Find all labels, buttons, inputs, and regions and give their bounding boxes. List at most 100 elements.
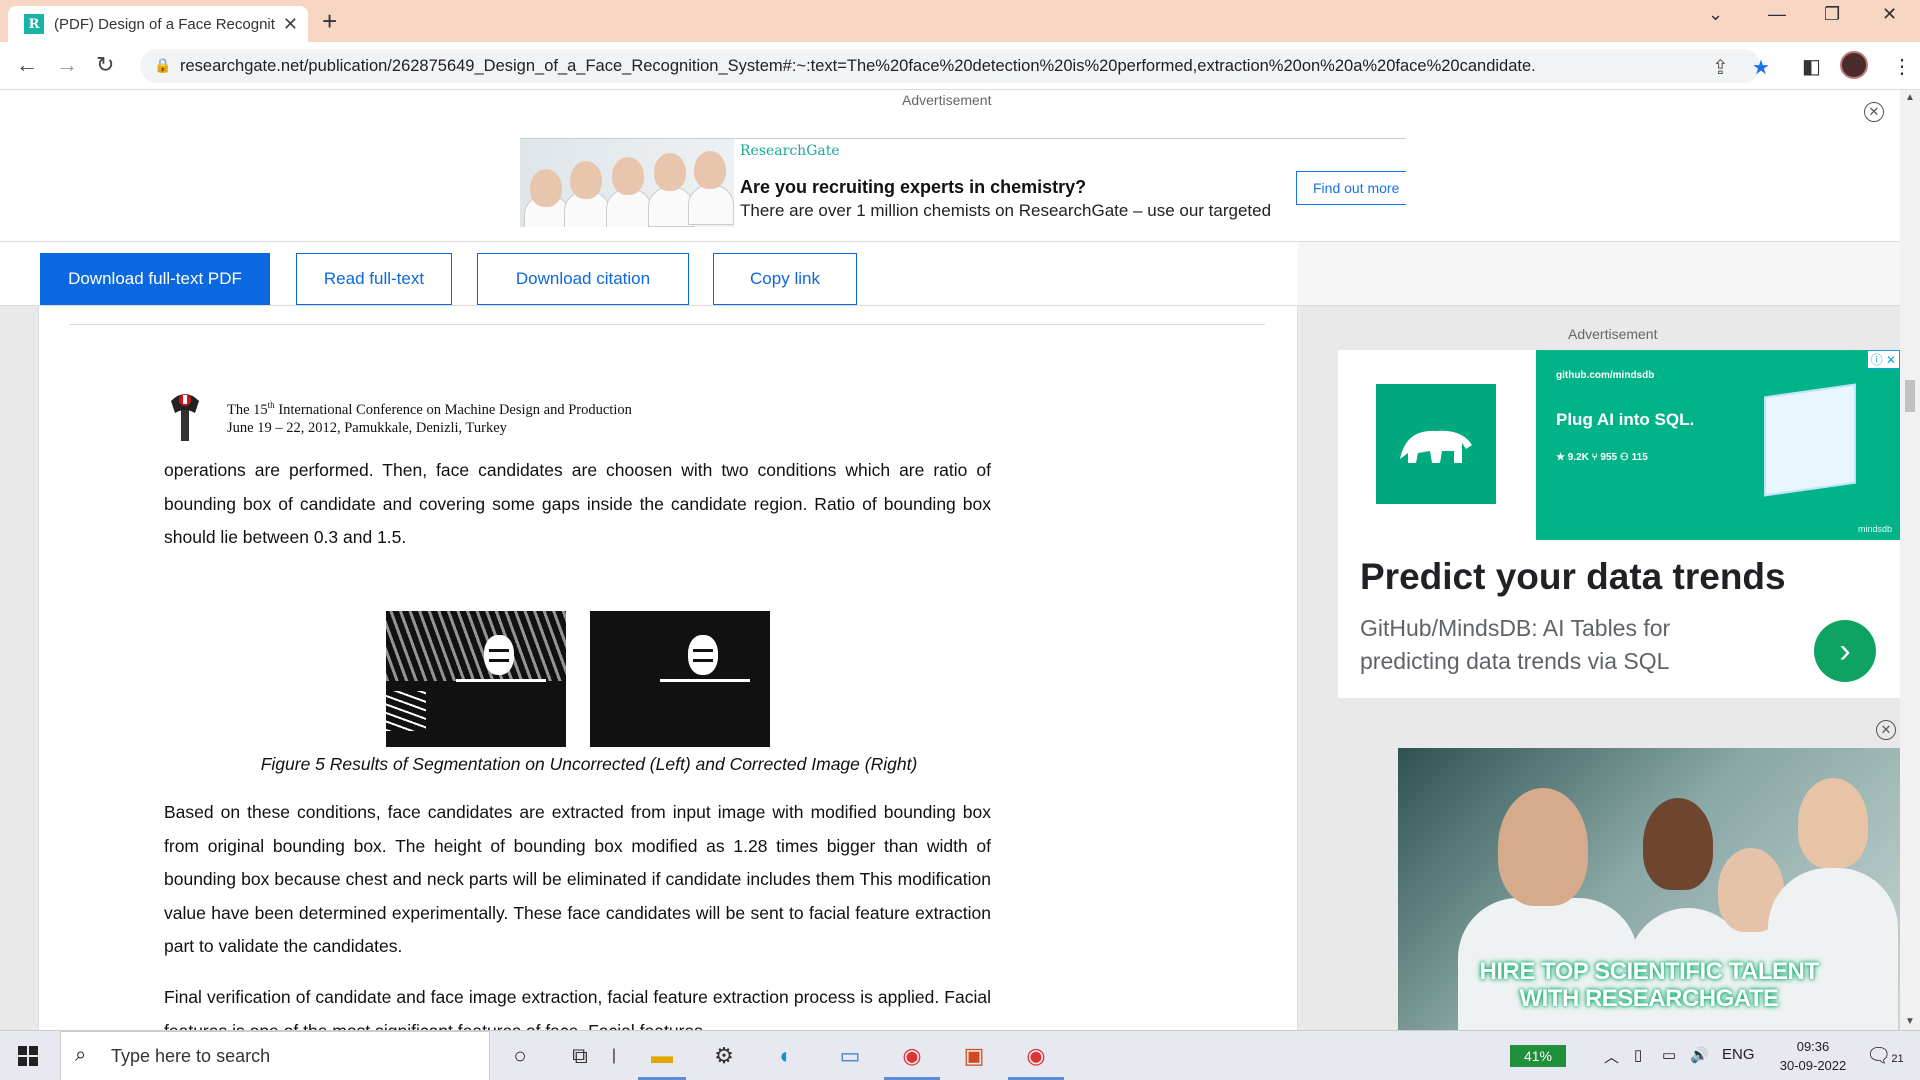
mindsdb-footer-logo: mindsdb xyxy=(1857,524,1892,534)
language-indicator[interactable]: ENG xyxy=(1722,1046,1755,1063)
restore-icon[interactable]: ❐ xyxy=(1824,4,1840,25)
video-ad-close-icon[interactable]: ✕ xyxy=(1876,720,1896,740)
scroll-up-icon[interactable]: ▲ xyxy=(1905,92,1915,103)
menu-kebab-icon[interactable]: ⋮ xyxy=(1892,54,1912,79)
task-view-icon[interactable]: ⧉ xyxy=(562,1041,598,1071)
office-app-icon[interactable]: ▣ xyxy=(956,1041,992,1071)
taskbar-search-box[interactable]: ⌕ Type here to search xyxy=(60,1031,490,1080)
action-bar-filler xyxy=(1298,242,1900,306)
network-icon[interactable]: ▯ xyxy=(1634,1046,1642,1064)
copy-link-button[interactable]: Copy link xyxy=(713,253,857,305)
download-pdf-button[interactable]: Download full-text PDF xyxy=(40,253,270,305)
scroll-down-icon[interactable]: ▼ xyxy=(1905,1016,1915,1027)
clock-time: 09:36 xyxy=(1796,1039,1830,1054)
chevron-right-icon[interactable]: › xyxy=(1814,620,1876,682)
browser-toolbar: ← → ↻ 🔒 researchgate.net/publication/262… xyxy=(0,42,1920,90)
share-icon[interactable]: ⇪ xyxy=(1712,55,1729,80)
notification-count: 21 xyxy=(1891,1053,1904,1065)
tab-close-icon[interactable]: ✕ xyxy=(283,14,298,35)
taskbar-separator: | xyxy=(611,1047,617,1064)
profile-avatar[interactable] xyxy=(1840,51,1868,79)
pdf-page: The 15th International Conference on Mac… xyxy=(38,306,1298,1030)
tab-strip: R (PDF) Design of a Face Recognitic ✕ + … xyxy=(0,0,1920,42)
bookmark-star-icon[interactable]: ★ xyxy=(1752,55,1770,80)
promo-headline: Plug AI into SQL. xyxy=(1556,410,1695,429)
ad-description: GitHub/MindsDB: AI Tables for predicting… xyxy=(1360,615,1671,674)
figure-uncorrected-image xyxy=(386,611,566,747)
tab-title: (PDF) Design of a Face Recognitic xyxy=(54,15,275,33)
edge-browser-icon[interactable]: ◐ xyxy=(768,1041,804,1071)
settings-gear-icon[interactable]: ⚙ xyxy=(706,1041,742,1071)
battery-indicator[interactable]: 41% xyxy=(1510,1045,1566,1067)
database-cube-icon xyxy=(1764,383,1856,497)
search-placeholder: Type here to search xyxy=(111,1045,271,1066)
read-full-text-button[interactable]: Read full-text xyxy=(296,253,452,305)
video-advertisement[interactable]: HIRE TOP SCIENTIFIC TALENT WITH RESEARCH… xyxy=(1398,748,1900,1030)
paragraph-2: Based on these conditions, face candidat… xyxy=(164,802,991,957)
mindsdb-advertisement[interactable]: github.com/mindsdb Plug AI into SQL. ★ 9… xyxy=(1338,350,1900,698)
conf-line1-b: International Conference on Machine Desi… xyxy=(274,401,632,418)
figure-corrected-image xyxy=(590,611,770,747)
clock-date: 30-09-2022 xyxy=(1779,1058,1847,1073)
conf-line1-a: The 15 xyxy=(227,401,268,418)
tab-search-chevron-icon[interactable]: ⌄ xyxy=(1708,4,1723,25)
video-caption-line2: WITH RESEARCHGATE xyxy=(1519,985,1779,1012)
page-viewport: Advertisement ✕ ResearchGate Are you rec… xyxy=(0,90,1900,1030)
lock-icon[interactable]: 🔒 xyxy=(154,57,171,74)
cortana-icon[interactable]: ○ xyxy=(502,1041,538,1071)
volume-icon[interactable]: 🔊 xyxy=(1690,1046,1709,1064)
windows-start-icon[interactable] xyxy=(18,1046,38,1066)
conference-header: The 15th International Conference on Mac… xyxy=(227,396,632,437)
window-close-icon[interactable]: ✕ xyxy=(1882,4,1897,25)
ad-label: Advertisement xyxy=(902,92,992,108)
address-bar[interactable]: 🔒 researchgate.net/publication/262875649… xyxy=(140,49,1770,83)
new-tab-icon[interactable]: + xyxy=(322,6,337,37)
adchoices-icon[interactable]: ⓘ ✕ xyxy=(1866,350,1900,369)
scientists-photo xyxy=(520,139,734,227)
github-stats: ★ 9.2K ⑂ 955 ⚇ 115 xyxy=(1556,452,1648,463)
vertical-scrollbar[interactable]: ▲ ▼ xyxy=(1900,90,1920,1030)
researchgate-favicon-icon: R xyxy=(24,14,44,34)
conference-logo-icon xyxy=(171,394,199,441)
side-panel-icon[interactable]: ◧ xyxy=(1802,54,1821,79)
notification-center-icon[interactable]: 🗨21 xyxy=(1866,1043,1904,1068)
conf-line1-sup: th xyxy=(267,400,275,410)
conf-line2: June 19 – 22, 2012, Pamukkale, Denizli, … xyxy=(227,419,507,436)
back-arrow-icon[interactable]: ← xyxy=(16,52,38,78)
banner-brand: ResearchGate xyxy=(740,143,840,159)
chrome-profile-icon[interactable]: ◉ xyxy=(1018,1041,1054,1071)
video-caption-line1: HIRE TOP SCIENTIFIC TALENT xyxy=(1479,958,1819,985)
minimize-icon[interactable]: — xyxy=(1768,4,1786,25)
chrome-icon[interactable]: ◉ xyxy=(894,1041,930,1071)
paragraph-1: operations are performed. Then, face can… xyxy=(164,460,991,548)
figure-caption: Figure 5 Results of Segmentation on Unco… xyxy=(260,754,918,774)
windows-taskbar: ⌕ Type here to search ○ ⧉ | ▬ ⚙ ◐ ▭ ◉ ▣ … xyxy=(0,1030,1920,1080)
photos-app-icon[interactable]: ▭ xyxy=(832,1041,868,1071)
ad-headline: Predict your data trends xyxy=(1360,556,1786,597)
system-clock[interactable]: 09:36 30-09-2022 xyxy=(1770,1037,1856,1075)
video-ad-caption: HIRE TOP SCIENTIFIC TALENT WITH RESEARCH… xyxy=(1398,958,1900,1012)
find-out-more-button[interactable]: Find out more xyxy=(1296,171,1406,205)
top-advertisement: Advertisement ✕ ResearchGate Are you rec… xyxy=(0,90,1900,242)
recruiting-banner[interactable]: ResearchGate Are you recruiting experts … xyxy=(520,138,1406,227)
banner-subtitle: There are over 1 million chemists on Res… xyxy=(740,201,1272,220)
browser-tab[interactable]: R (PDF) Design of a Face Recognitic ✕ xyxy=(8,6,308,42)
download-citation-button[interactable]: Download citation xyxy=(477,253,689,305)
url-text[interactable]: researchgate.net/publication/262875649_D… xyxy=(180,57,1660,76)
page-divider xyxy=(69,324,1265,325)
tray-chevron-up-icon[interactable]: ︿ xyxy=(1604,1046,1619,1067)
ad-close-icon[interactable]: ✕ xyxy=(1864,102,1884,122)
banner-title: Are you recruiting experts in chemistry? xyxy=(740,177,1087,197)
mindsdb-promo-panel: github.com/mindsdb Plug AI into SQL. ★ 9… xyxy=(1536,350,1900,540)
search-icon: ⌕ xyxy=(75,1044,87,1066)
paragraph-3: Final verification of candidate and face… xyxy=(164,987,991,1030)
forward-arrow-icon[interactable]: → xyxy=(56,52,78,78)
reload-icon[interactable]: ↻ xyxy=(96,52,114,78)
battery-tray-icon[interactable]: ▭ xyxy=(1662,1046,1676,1064)
publication-action-bar: Download full-text PDF Read full-text Do… xyxy=(0,242,1298,306)
github-url: github.com/mindsdb xyxy=(1556,370,1655,381)
file-explorer-icon[interactable]: ▬ xyxy=(644,1041,680,1071)
mindsdb-bear-logo-icon xyxy=(1376,384,1496,504)
sidebar-ad-label: Advertisement xyxy=(1568,326,1658,342)
scroll-thumb[interactable] xyxy=(1905,380,1915,412)
